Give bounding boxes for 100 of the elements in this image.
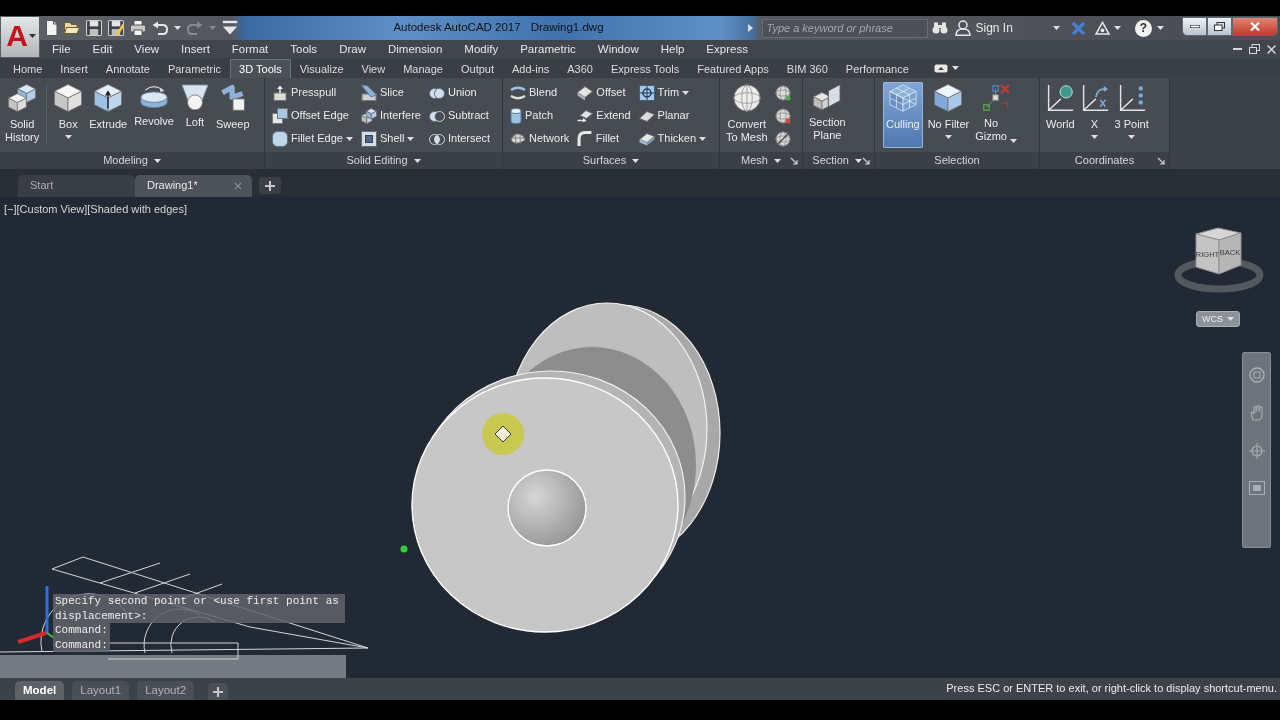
ribbon-button[interactable]: Union — [427, 82, 492, 104]
ribbon-tab[interactable]: Annotate — [96, 59, 159, 78]
ribbon-tab[interactable]: Output — [451, 59, 503, 78]
ribbon-button[interactable]: Extend — [576, 105, 632, 127]
ribbon-button[interactable]: Trim — [637, 82, 708, 104]
ribbon-tab[interactable]: Performance — [836, 59, 918, 78]
ribbon-button[interactable]: Thicken — [637, 128, 708, 150]
ribbon-tab[interactable]: Manage — [394, 59, 452, 78]
ribbon-button[interactable]: Subtract — [427, 105, 492, 127]
file-tab[interactable]: Start — [18, 175, 135, 197]
ribbon-button[interactable]: Fillet Edge — [271, 128, 354, 150]
ribbon-button[interactable]: X — [1079, 82, 1110, 148]
right-arrow-icon[interactable] — [747, 24, 753, 32]
ribbon-button[interactable]: Shell — [360, 128, 422, 150]
panel-title[interactable]: Modeling — [103, 153, 161, 168]
ribbon-tab[interactable]: Home — [4, 59, 52, 78]
ribbon-button[interactable]: Extrude — [88, 82, 129, 148]
page-icon[interactable] — [46, 20, 58, 36]
cube-icon — [934, 84, 963, 112]
menu-item[interactable]: Edit — [81, 40, 124, 58]
ribbon-button[interactable]: Convert To Mesh — [725, 82, 769, 148]
application-menu-button[interactable]: A — [0, 16, 40, 58]
ribbon-tab[interactable]: View — [352, 59, 395, 78]
ribbon-button[interactable]: Blend — [509, 82, 571, 104]
undo-icon[interactable] — [151, 21, 168, 35]
status-message: Press ESC or ENTER to exit, or right-click to display shortcut-menu. — [946, 682, 1278, 696]
menu-item[interactable]: View — [123, 40, 171, 58]
ribbon-tab[interactable]: Insert — [51, 59, 97, 78]
ribbon-button[interactable]: Fillet — [576, 128, 632, 150]
triangle-icon[interactable] — [1094, 21, 1110, 35]
search-field[interactable]: Type a keyword or phrase — [761, 18, 928, 38]
ribbon-button[interactable]: Slice — [360, 82, 422, 104]
launcher-arrow-icon[interactable] — [790, 156, 798, 165]
help-button[interactable]: ? — [1134, 19, 1152, 37]
viewport-menu-link[interactable]: [−] — [4, 202, 17, 216]
new-tab-button[interactable] — [259, 177, 281, 194]
viewport-menu-link[interactable]: [Custom View] — [16, 202, 88, 216]
ribbon-button[interactable]: Revolve — [133, 82, 175, 148]
minimize-button[interactable] — [1182, 17, 1207, 36]
ribbon-tab[interactable]: Visualize — [290, 59, 353, 78]
ribbon-button[interactable]: Planar — [637, 105, 708, 127]
printer-icon[interactable] — [129, 20, 146, 36]
floppy-pen-icon[interactable] — [107, 20, 124, 36]
add-layout-button[interactable] — [208, 683, 229, 700]
ribbon-button[interactable]: Offset Edge — [271, 105, 354, 127]
ribbon-button[interactable]: Interfere — [360, 105, 422, 127]
layout-tab[interactable]: Layout2 — [137, 681, 195, 700]
ribbon-tab[interactable]: Add-ins — [503, 59, 559, 78]
view-cube[interactable] — [1174, 227, 1264, 293]
ribbon-button[interactable]: Solid History — [4, 82, 41, 148]
menu-item[interactable]: Help — [649, 40, 696, 58]
viewport-menu-link[interactable]: [Shaded with edges] — [87, 202, 187, 216]
ribbon-button[interactable]: No Gizmo — [974, 82, 1018, 148]
launcher-arrow-icon[interactable] — [1157, 156, 1165, 165]
menu-item[interactable]: Parametric — [509, 40, 587, 58]
folder-icon[interactable] — [63, 22, 80, 34]
ribbon-button[interactable]: 3 Point — [1113, 82, 1150, 148]
menu-item[interactable]: Insert — [170, 40, 221, 58]
menu-item[interactable]: Draw — [328, 40, 377, 58]
menu-item[interactable]: Modify — [453, 40, 510, 58]
ribbon-tab[interactable]: Featured Apps — [688, 59, 778, 78]
ribbon-tab[interactable]: Parametric — [158, 59, 231, 78]
plus-icon — [265, 180, 275, 191]
ribbon-button[interactable]: Section Plane — [808, 82, 847, 148]
user-icon[interactable] — [954, 20, 971, 36]
globe-icon[interactable] — [774, 85, 791, 101]
ribbon-tab[interactable]: 3D Tools — [230, 59, 291, 78]
close-button[interactable] — [1232, 17, 1278, 36]
file-tab[interactable]: Drawing1* — [135, 175, 252, 197]
ribbon-button[interactable]: Patch — [509, 105, 571, 127]
ribbon-button[interactable]: Network — [509, 128, 571, 150]
menu-item[interactable]: Window — [586, 40, 650, 58]
restore-icon[interactable] — [1249, 44, 1260, 54]
slashed-globe-icon[interactable] — [774, 131, 791, 147]
ribbon-button[interactable]: Presspull — [271, 82, 354, 104]
ribbon-tab[interactable]: Express Tools — [602, 59, 689, 78]
launcher-arrow-icon[interactable] — [862, 156, 870, 165]
ribbon-button[interactable]: Box — [53, 82, 84, 148]
ribbon-tab[interactable]: BIM 360 — [777, 59, 837, 78]
ribbon-button[interactable]: Intersect — [427, 128, 492, 150]
globe-icon[interactable] — [774, 108, 791, 124]
bar-caret-icon[interactable] — [221, 20, 238, 36]
menu-item[interactable]: Express — [695, 40, 759, 58]
ribbon-button[interactable]: No Filter — [926, 82, 971, 148]
binoculars-icon[interactable] — [931, 22, 948, 34]
layout-tab[interactable]: Model — [15, 681, 65, 700]
sign-in-link[interactable]: Sign In — [975, 20, 1013, 36]
ribbon-button[interactable]: Sweep — [214, 82, 251, 148]
menu-item[interactable]: Tools — [279, 40, 329, 58]
ribbon-tab[interactable]: A360 — [558, 59, 602, 78]
ribbon-button[interactable]: World — [1045, 82, 1076, 148]
menu-item[interactable]: File — [41, 40, 82, 58]
menu-item[interactable]: Format — [220, 40, 280, 58]
ribbon-button[interactable]: Offset — [576, 82, 632, 104]
layout-tab[interactable]: Layout1 — [72, 681, 130, 700]
ribbon-button[interactable]: Loft — [179, 82, 210, 148]
menu-item[interactable]: Dimension — [376, 40, 454, 58]
command-input-field[interactable] — [0, 655, 346, 678]
panel-toggle-icon[interactable] — [933, 63, 948, 73]
restore-button[interactable] — [1207, 17, 1232, 36]
